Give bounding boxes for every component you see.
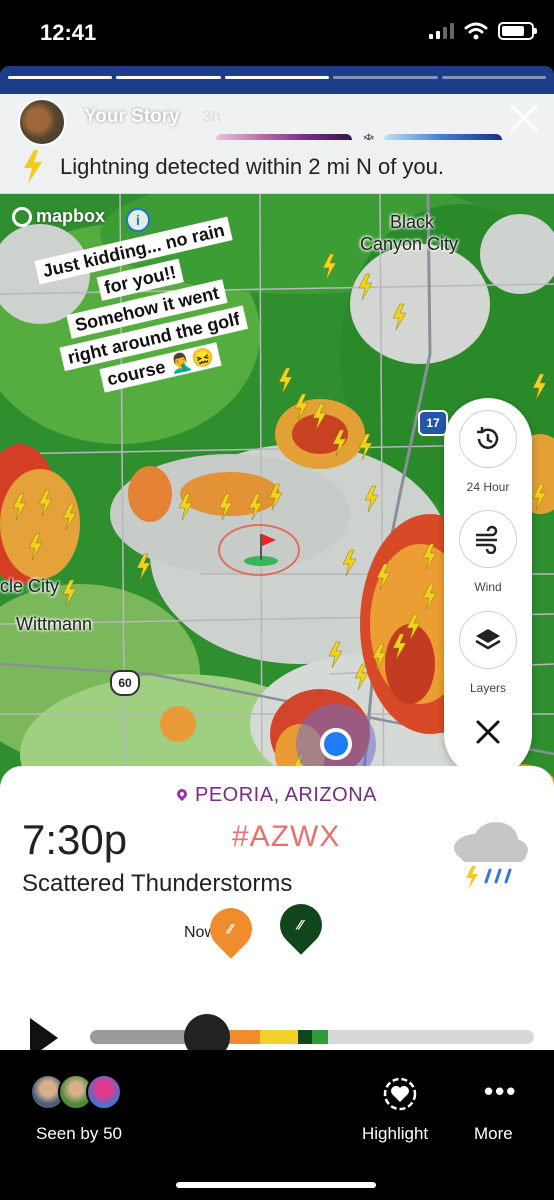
status-icons xyxy=(429,22,537,40)
story-owner[interactable]: Your Story xyxy=(84,106,180,128)
more-button[interactable]: More xyxy=(474,1124,513,1144)
control-label: Wind xyxy=(474,580,502,594)
cellular-signal-icon xyxy=(429,23,454,39)
rain-marker[interactable]: ⁄⁄ xyxy=(201,899,261,959)
progress-segment xyxy=(333,76,438,79)
interstate-17-shield: 17 xyxy=(418,410,448,436)
control-label: Layers xyxy=(469,681,507,695)
seen-by-count[interactable]: Seen by 50 xyxy=(36,1124,122,1144)
progress-segment xyxy=(8,76,113,79)
forecast-time: 7:30p xyxy=(22,816,128,863)
forecast-panel: PEORIA, ARIZONA 7:30p #AZWX Scattered Th… xyxy=(0,766,554,1050)
play-icon[interactable] xyxy=(30,1018,58,1050)
close-icon[interactable] xyxy=(506,100,542,136)
highlight-heart-icon[interactable] xyxy=(382,1076,418,1112)
thunderstorm-icon xyxy=(454,822,528,890)
place-label: Black xyxy=(390,212,435,232)
mapbox-label: mapbox xyxy=(36,206,106,226)
lightning-icon xyxy=(24,150,42,184)
close-icon[interactable] xyxy=(474,718,502,746)
app-top-bar xyxy=(0,66,554,94)
avatar[interactable] xyxy=(18,98,66,146)
status-bar: 12:41 xyxy=(0,0,554,64)
wind-icon xyxy=(476,525,498,554)
golf-course-marker xyxy=(218,524,300,576)
conditions-text: Scattered Thunderstorms xyxy=(22,870,293,897)
alert-text: Lightning detected within 2 mi N of you. xyxy=(60,154,445,179)
more-icon[interactable]: ••• xyxy=(484,1078,517,1104)
story-frame[interactable]: ❄ Your Story 3h Lightning detected withi… xyxy=(0,66,554,1050)
story-age: 3h xyxy=(202,107,221,126)
story-progress xyxy=(8,76,547,79)
mapbox-logo-icon xyxy=(12,206,32,227)
story-footer: Seen by 50 Highlight ••• More xyxy=(0,1050,554,1200)
hashtag-sticker[interactable]: #AZWX xyxy=(232,820,340,854)
control-label: 24 Hour xyxy=(466,480,510,494)
radar-map[interactable]: mapbox i Black Canyon City cle City Witt… xyxy=(0,194,554,816)
wifi-icon xyxy=(464,22,488,40)
map-controls: 24 Hour Wind Layers xyxy=(444,398,532,778)
mapbox-attribution[interactable]: mapbox xyxy=(12,206,105,227)
avatar xyxy=(86,1074,122,1110)
rain-marker[interactable]: ⁄⁄ xyxy=(271,895,331,955)
viewer-avatars[interactable] xyxy=(30,1074,122,1110)
progress-segment xyxy=(116,76,221,79)
place-label: Wittmann xyxy=(16,614,93,634)
home-indicator[interactable] xyxy=(176,1182,376,1188)
us-60-shield: 60 xyxy=(110,670,140,696)
history-24h-button[interactable]: 24 Hour xyxy=(458,410,518,494)
highlight-button[interactable]: Highlight xyxy=(362,1124,428,1144)
layers-icon xyxy=(475,629,501,650)
lightning-alert: Lightning detected within 2 mi N of you. xyxy=(0,140,554,194)
progress-segment xyxy=(224,76,330,79)
timeline-scrubber[interactable] xyxy=(184,1014,230,1050)
wind-button[interactable]: Wind xyxy=(458,510,518,594)
place-label: cle City xyxy=(0,576,60,596)
timeline-track[interactable] xyxy=(90,1030,534,1044)
location-label[interactable]: PEORIA, ARIZONA xyxy=(0,784,554,807)
place-label: Canyon City xyxy=(360,234,459,254)
location-text: PEORIA, ARIZONA xyxy=(195,784,377,806)
status-time: 12:41 xyxy=(40,20,97,45)
map-info-button[interactable]: i xyxy=(126,208,150,232)
layers-button[interactable]: Layers xyxy=(458,611,518,695)
history-clock-icon xyxy=(477,427,499,449)
progress-segment xyxy=(441,76,547,79)
battery-icon xyxy=(498,22,537,40)
location-pin-icon xyxy=(174,786,190,802)
